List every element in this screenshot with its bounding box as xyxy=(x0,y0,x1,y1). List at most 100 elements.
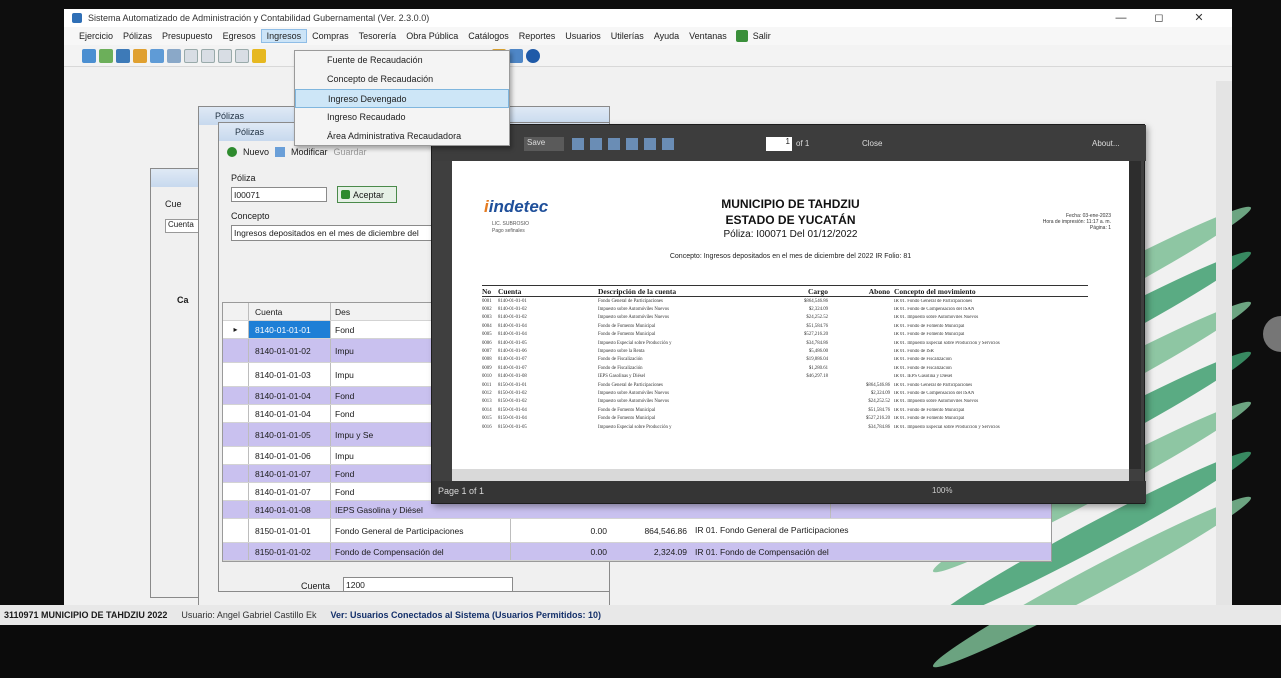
menu-salir[interactable]: Salir xyxy=(748,30,776,42)
window2-tool-icon[interactable] xyxy=(201,48,215,63)
report-cell-no: 0015 xyxy=(482,416,492,422)
cuenta-cell[interactable]: 8140-01-01-07 xyxy=(249,483,331,500)
minimize-button[interactable]: — xyxy=(1104,9,1138,27)
report-tool-group xyxy=(572,138,674,150)
accept-button[interactable]: Aceptar xyxy=(337,186,397,203)
cuenta-cell[interactable]: 8140-01-01-02 xyxy=(249,339,331,362)
help-icon[interactable] xyxy=(526,48,540,63)
catalog-tool-icon[interactable] xyxy=(99,48,113,63)
table-row[interactable]: 8150-01-01-01 Fondo General de Participac… xyxy=(223,519,1051,543)
cuenta-cell[interactable]: 8140-01-01-06 xyxy=(249,447,331,464)
menu-compras[interactable]: Compras xyxy=(307,30,354,42)
report-meta: Fecha: 03-ene-2023 Hora de impresión: 11… xyxy=(1042,213,1111,231)
cuenta-cell[interactable]: 8140-01-01-04 xyxy=(249,387,331,404)
prev-page-icon[interactable] xyxy=(662,138,674,150)
menu-catalogos[interactable]: Catálogos xyxy=(463,30,514,42)
cuenta-cell[interactable]: 8140-01-01-08 xyxy=(249,501,331,518)
menu-item-ingreso-recaudado[interactable]: Ingreso Recaudado xyxy=(295,108,509,127)
report-cell-desc: Impuesto sobre Automóviles Nuevos xyxy=(598,307,670,313)
save-button[interactable]: Guardar xyxy=(334,147,367,157)
report-horizontal-scrollbar[interactable] xyxy=(452,469,1129,481)
header-cuenta[interactable]: Cuenta xyxy=(249,303,331,320)
report-cell-no: 0011 xyxy=(482,382,492,388)
menu-egresos[interactable]: Egresos xyxy=(218,30,261,42)
menu-presupuesto[interactable]: Presupuesto xyxy=(157,30,218,42)
report-cell-no: 0004 xyxy=(482,323,492,329)
connected-users-link[interactable]: Ver: Usuarios Conectados al Sistema (Usu… xyxy=(330,610,601,620)
budget-tool-icon[interactable] xyxy=(116,48,130,63)
report-vertical-scrollbar[interactable] xyxy=(1129,161,1141,469)
report-cell-desc: Fondo de Fomento Municipal xyxy=(598,416,656,422)
report-tool-icon[interactable] xyxy=(167,48,181,63)
modify-button[interactable]: Modificar xyxy=(291,147,328,157)
report-cell-no: 0014 xyxy=(482,407,492,413)
report-cell-concepto: IR 01. Impuesto Especial sobre Producció… xyxy=(894,340,1000,346)
cuenta-cell[interactable]: 8150-01-01-02 xyxy=(249,543,331,560)
cuenta-cell[interactable]: 8140-01-01-07 xyxy=(249,465,331,482)
close-report-button[interactable]: Close xyxy=(862,139,882,148)
polizas-tool-icon[interactable] xyxy=(82,48,96,63)
maximize-button[interactable]: ◻ xyxy=(1142,9,1176,27)
first-page-icon[interactable] xyxy=(644,138,656,150)
key-tool-icon[interactable] xyxy=(252,48,266,63)
exit-icon[interactable] xyxy=(735,30,748,42)
cuenta-input[interactable]: 1200 xyxy=(343,577,513,592)
window4-tool-icon[interactable] xyxy=(235,48,249,63)
income-tool-icon[interactable] xyxy=(150,48,164,63)
save-report-button[interactable]: Save xyxy=(524,137,564,151)
poliza-input[interactable]: I00071 xyxy=(231,187,327,202)
menu-ejercicio[interactable]: Ejercicio xyxy=(74,30,118,42)
print-icon[interactable] xyxy=(572,138,584,150)
menu-item-area-administrativa[interactable]: Área Administrativa Recaudadora xyxy=(295,127,509,146)
report-cell-cargo: $2,324.09 xyxy=(808,307,828,313)
menu-usuarios[interactable]: Usuarios xyxy=(560,30,606,42)
cuenta-cell[interactable]: 8140-01-01-04 xyxy=(249,405,331,422)
menu-item-concepto-recaudacion[interactable]: Concepto de Recaudación xyxy=(295,70,509,89)
report-cell-no: 0005 xyxy=(482,332,492,338)
side-field[interactable]: Cuenta xyxy=(165,219,199,233)
header-descripcion[interactable]: Des xyxy=(331,303,441,320)
window1-tool-icon[interactable] xyxy=(184,48,198,63)
page-number-input[interactable]: 1 xyxy=(766,137,792,151)
report-cell-concepto: IR 01. Fondo de Fomento Municipal xyxy=(894,416,965,422)
menu-ayuda[interactable]: Ayuda xyxy=(649,30,684,42)
report-cell-concepto: IR 01. Fondo General de Participaciones xyxy=(894,382,973,388)
report-cell-cargo: $46,297.18 xyxy=(806,374,828,380)
about-button[interactable]: About... xyxy=(1092,139,1120,148)
menu-ingresos[interactable]: Ingresos xyxy=(260,29,308,43)
report-cell-desc: Fondo General de Participaciones xyxy=(598,298,663,304)
report-row: 0013 8150-01-01-02 Impuesto sobre Automóvi… xyxy=(482,398,1088,406)
report-row: 0009 8140-01-01-07 Fondo de Fiscalización $… xyxy=(482,364,1088,372)
table-row[interactable]: 8150-01-01-02 Fondo de Compensación del 0… xyxy=(223,543,1051,561)
next-slide-button[interactable] xyxy=(1263,316,1281,352)
zoom-level[interactable]: 100% xyxy=(932,486,952,495)
cuenta-cell[interactable]: 8140-01-01-01 xyxy=(249,321,331,338)
cuenta-cell[interactable]: 8140-01-01-03 xyxy=(249,363,331,386)
workspace-scrollbar[interactable] xyxy=(1216,81,1232,605)
zoom-out-icon[interactable] xyxy=(626,138,638,150)
report-cell-desc: Fondo de Fiscalización xyxy=(598,365,643,371)
export-icon[interactable] xyxy=(590,138,602,150)
menu-utilerias[interactable]: Utilerías xyxy=(606,30,649,42)
report-cell-cuenta: 8140-01-01-05 xyxy=(498,340,527,346)
expense-tool-icon[interactable] xyxy=(133,48,147,63)
new-button[interactable]: Nuevo xyxy=(243,147,269,157)
close-button[interactable]: ✕ xyxy=(1182,9,1216,27)
cuenta-cell[interactable]: 8150-01-01-01 xyxy=(249,519,331,542)
menu-item-ingreso-devengado[interactable]: Ingreso Devengado xyxy=(295,89,509,108)
desc-cell: Fond xyxy=(331,387,441,404)
menu-tesoreria[interactable]: Tesorería xyxy=(354,30,402,42)
window3-tool-icon[interactable] xyxy=(218,48,232,63)
menu-ventanas[interactable]: Ventanas xyxy=(684,30,732,42)
concepto-input[interactable]: Ingresos depositados en el mes de diciem… xyxy=(231,225,436,241)
menu-obra-publica[interactable]: Obra Pública xyxy=(401,30,463,42)
report-cell-cuenta: 8140-01-01-02 xyxy=(498,307,527,313)
report-cell-cuenta: 8150-01-01-02 xyxy=(498,390,527,396)
menu-polizas[interactable]: Pólizas xyxy=(118,30,157,42)
menu-item-fuente-recaudacion[interactable]: Fuente de Recaudación xyxy=(295,51,509,70)
save-tool-icon[interactable] xyxy=(509,48,523,63)
menu-reportes[interactable]: Reportes xyxy=(514,30,561,42)
cuenta-cell[interactable]: 8140-01-01-05 xyxy=(249,423,331,446)
report-table: No Cuenta Descripción de la cuenta Cargo… xyxy=(482,285,1088,431)
zoom-in-icon[interactable] xyxy=(608,138,620,150)
